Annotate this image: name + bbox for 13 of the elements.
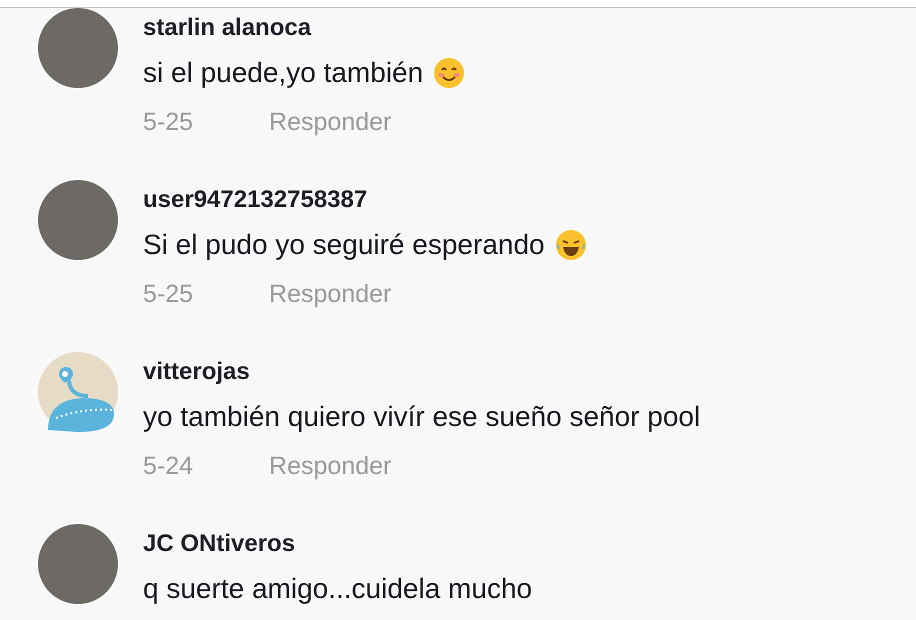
- laughing-face-icon: [554, 229, 587, 261]
- comment-date: 5-25: [143, 107, 194, 138]
- username[interactable]: vitterojas: [143, 357, 700, 387]
- comment-date: 5-25: [143, 279, 194, 310]
- comment-text: si el puede,yo también: [143, 56, 424, 90]
- comment-date: 5-24: [143, 451, 194, 482]
- username[interactable]: JC ONtiveros: [143, 529, 532, 559]
- comment-text: yo también quiero vivír ese sueño señor pool: [143, 400, 700, 434]
- username[interactable]: starlin alanoca: [143, 13, 466, 43]
- username[interactable]: user9472132758387: [143, 185, 587, 215]
- comment-text: q suerte amigo...cuidela mucho: [143, 572, 532, 606]
- comment-text: Si el pudo yo seguiré esperando: [143, 228, 545, 262]
- smiling-face-icon: [433, 57, 466, 89]
